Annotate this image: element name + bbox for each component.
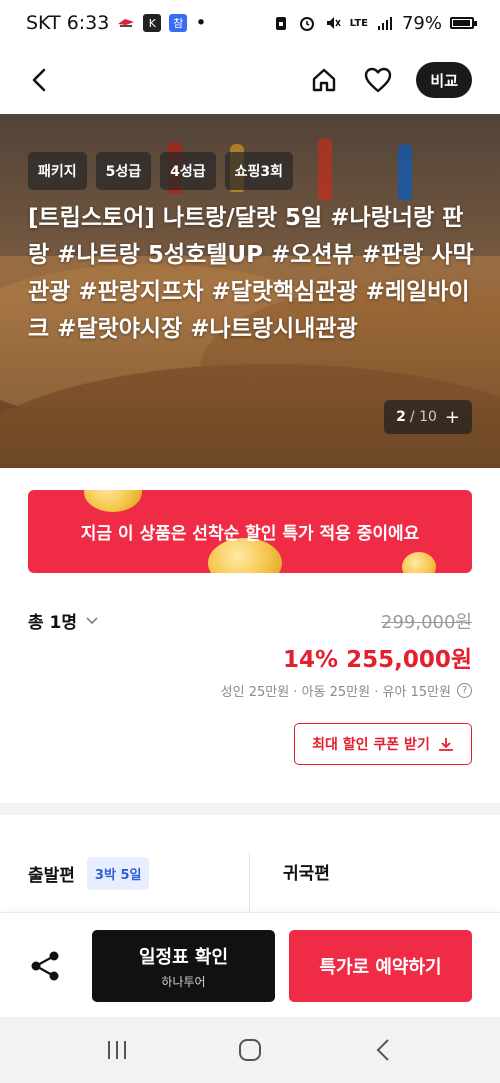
price-breakdown-text: 성인 25만원 · 아동 25만원 · 유아 15만원	[220, 685, 451, 700]
battery-percent: 79%	[401, 12, 442, 34]
schedule-label: 일정표 확인	[138, 946, 229, 968]
coupon-label: 최대 할인 쿠폰 받기	[312, 737, 430, 753]
notification-k-icon: K	[143, 14, 162, 32]
people-label: 총 1명	[28, 613, 78, 633]
section-divider	[0, 803, 500, 815]
sale-price: 255,000원	[346, 647, 472, 673]
price-breakdown: 성인 25만원 · 아동 25만원 · 유아 15만원 ?	[221, 681, 472, 700]
hero-image-carousel[interactable]: 패키지 5성급 4성급 쇼핑3회 [트립스토어] 나트랑/달랏 5일 #나랑너랑…	[0, 114, 500, 468]
home-system-button[interactable]	[230, 1030, 270, 1070]
coin-decoration	[402, 552, 436, 573]
inbound-label[interactable]: 귀국편	[283, 859, 330, 884]
flight-section: 출발편 3박 5일 귀국편	[0, 815, 500, 915]
recents-icon	[107, 1041, 126, 1059]
notification-app-icon: 참	[169, 14, 188, 32]
image-pager[interactable]: 2 / 10 +	[384, 400, 472, 434]
tag-list: 패키지 5성급 4성급 쇼핑3회	[28, 152, 294, 190]
tag-4star: 4성급	[160, 152, 216, 190]
promo-text: 지금 이 상품은 선착순 할인 특가 적용 중이에요	[80, 524, 420, 544]
coupon-button[interactable]: 최대 할인 쿠폰 받기	[294, 723, 472, 765]
share-button[interactable]	[28, 948, 64, 984]
compare-button[interactable]: 비교	[416, 62, 472, 98]
plus-icon: +	[444, 406, 460, 428]
coin-decoration	[84, 490, 142, 512]
back-arrow-icon	[32, 68, 46, 92]
home-circle-icon	[238, 1039, 261, 1061]
promo-banner[interactable]: 지금 이 상품은 선착순 할인 특가 적용 중이에요	[28, 490, 472, 573]
flight-divider	[249, 853, 250, 915]
pager-current: 2	[396, 409, 406, 425]
book-button[interactable]: 특가로 예약하기	[289, 930, 472, 1002]
heart-icon	[365, 67, 392, 93]
alarm-icon	[298, 14, 316, 32]
tag-package: 패키지	[28, 152, 87, 190]
product-title: [트립스토어] 나트랑/달랏 5일 #나랑너랑 판랑 #나트랑 5성호텔UP #…	[28, 205, 474, 342]
back-button[interactable]	[24, 64, 56, 96]
schedule-button[interactable]: 일정표 확인 하나투어	[92, 930, 275, 1002]
status-bar: SKT 6:33 K 참 • LTE 79%	[0, 0, 500, 46]
home-button[interactable]	[308, 64, 340, 96]
wishlist-button[interactable]	[362, 64, 394, 96]
schedule-sub: 하나투어	[161, 974, 206, 989]
home-icon	[313, 68, 336, 92]
share-icon	[31, 951, 59, 981]
chevron-down-icon	[86, 616, 98, 624]
sim-lock-icon	[272, 14, 290, 32]
duration-badge: 3박 5일	[86, 857, 150, 890]
outbound-label: 출발편	[28, 866, 75, 886]
download-icon	[438, 738, 453, 751]
tag-5star: 5성급	[95, 152, 152, 190]
original-price: 299,000원	[381, 612, 472, 633]
system-nav-bar	[0, 1017, 500, 1083]
mute-icon	[324, 14, 342, 32]
battery-icon	[450, 17, 477, 29]
pager-total: / 10	[409, 409, 437, 425]
notification-bird-icon	[117, 14, 135, 32]
back-chevron-icon	[376, 1039, 390, 1061]
top-nav: 비교	[0, 46, 500, 114]
carrier-time: SKT 6:33	[26, 12, 110, 34]
signal-icon	[376, 14, 394, 32]
help-icon[interactable]: ?	[457, 683, 472, 698]
recents-button[interactable]	[97, 1030, 137, 1070]
outbound-flight[interactable]: 출발편 3박 5일	[28, 857, 150, 890]
status-dot: •	[195, 12, 207, 34]
network-type: LTE	[349, 17, 368, 29]
bottom-action-bar: 일정표 확인 하나투어 특가로 예약하기	[0, 912, 500, 1017]
status-right: LTE 79%	[272, 12, 477, 34]
people-selector[interactable]: 총 1명	[28, 608, 99, 633]
discount-percent: 14%	[283, 647, 339, 673]
status-left: SKT 6:33 K 참 •	[26, 12, 207, 34]
tag-shopping: 쇼핑3회	[224, 152, 294, 190]
system-back-button[interactable]	[363, 1030, 403, 1070]
nav-actions: 비교	[308, 62, 472, 98]
sale-price-row: 14% 255,000원	[283, 640, 472, 674]
